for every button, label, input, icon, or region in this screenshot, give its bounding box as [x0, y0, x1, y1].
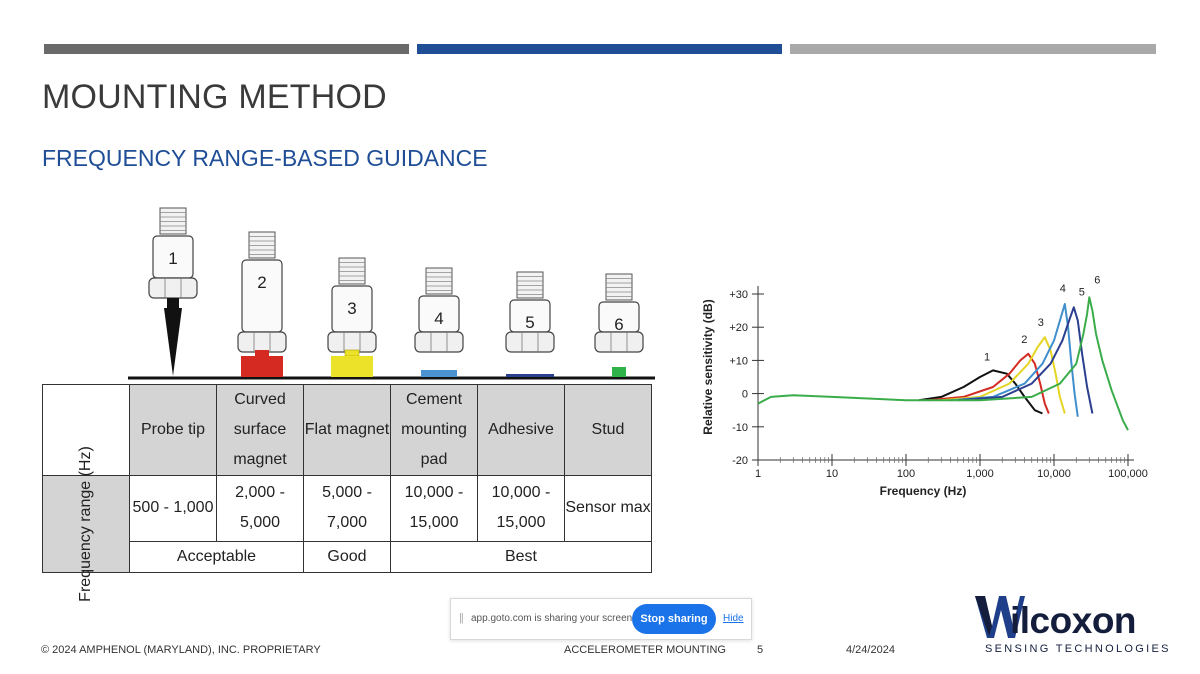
slide-title: MOUNTING METHOD	[42, 78, 387, 116]
x-tick-label: 1,000	[966, 468, 994, 480]
range-stud: Sensor max	[564, 475, 652, 542]
sensor-illustration: 1 2 3 4 5 6	[128, 207, 655, 380]
sensor-6: 6	[594, 273, 644, 377]
mounting-table: Probe tip Curved surface magnet Flat mag…	[42, 384, 652, 602]
adhesive-layer	[506, 374, 554, 377]
method-stud: Stud	[564, 384, 652, 476]
series-line-6	[757, 296, 1129, 431]
method-curved-magnet: Curved surface magnet	[216, 384, 304, 476]
probe-tip-mount	[167, 298, 179, 308]
x-tick-label: 100,000	[1108, 468, 1148, 480]
rating-best: Best	[390, 540, 652, 574]
hex-base-4	[414, 331, 464, 353]
sensor-5: 5	[505, 271, 555, 377]
hex-base-3	[327, 331, 377, 353]
range-adhesive: 10,000 - 15,000	[477, 475, 565, 542]
sensor-label-2: 2	[257, 273, 266, 292]
drag-handle-icon[interactable]: ||	[459, 612, 464, 624]
series-annotation-5: 5	[1079, 286, 1085, 298]
y-axis-label: Relative sensitivity (dB)	[701, 299, 715, 434]
footer-page-number: 5	[757, 644, 764, 656]
y-tick-label: +10	[729, 355, 748, 367]
slide-subtitle: FREQUENCY RANGE-BASED GUIDANCE	[42, 145, 488, 171]
hex-base-1	[148, 277, 198, 299]
curved-magnet-stem	[255, 350, 269, 356]
hex-base-6	[594, 331, 644, 353]
flat-magnet-stem	[344, 349, 360, 357]
sensor-body-2	[241, 259, 283, 333]
flat-magnet-mount	[331, 356, 373, 377]
accent-bar-blue	[417, 44, 782, 54]
method-flat-magnet: Flat magnet	[303, 384, 391, 476]
footer-topic: ACCELEROMETER MOUNTING	[564, 644, 726, 656]
stop-sharing-button[interactable]: Stop sharing	[632, 604, 716, 634]
logo-tagline: SENSING TECHNOLOGIES	[985, 643, 1171, 655]
sensor-2: 2	[237, 231, 287, 377]
x-tick-label: 10	[826, 468, 838, 480]
sensor-label-3: 3	[347, 299, 356, 318]
probe-tip-spike	[164, 308, 182, 376]
cement-pad-mount	[421, 370, 457, 377]
frequency-response-chart: 1 10 100 1,000 10,000 100,000 +30 +20 +10 0 -10 -20…	[701, 274, 1148, 498]
range-curved-magnet: 2,000 - 5,000	[216, 475, 304, 542]
range-cement-pad: 10,000 - 15,000	[390, 475, 478, 542]
method-probe-tip: Probe tip	[129, 384, 217, 476]
logo-wordmark: ilcoxon	[1010, 600, 1137, 641]
sensor-3: 3	[327, 257, 377, 377]
x-axis-label: Frequency (Hz)	[880, 484, 967, 498]
series-annotation-1: 1	[984, 351, 990, 363]
rating-acceptable: Acceptable	[129, 540, 304, 574]
rating-good: Good	[303, 540, 391, 574]
hide-link[interactable]: Hide	[723, 613, 744, 624]
sensor-label-5: 5	[525, 313, 534, 332]
y-tick-label: +20	[729, 322, 748, 334]
series-annotation-4: 4	[1060, 283, 1066, 295]
sensor-4: 4	[414, 267, 464, 377]
x-tick-label: 10,000	[1037, 468, 1071, 480]
y-tick-label: +30	[729, 289, 748, 301]
hex-base-2	[237, 331, 287, 353]
y-tick-label: -10	[732, 422, 748, 434]
series-annotation-2: 2	[1021, 334, 1027, 346]
row-header-cell: Frequency range (Hz)	[42, 446, 130, 602]
series-line-3	[941, 336, 1066, 414]
x-tick-label: 1	[755, 468, 761, 480]
sensor-label-6: 6	[614, 315, 623, 334]
share-message: app.goto.com is sharing your screen.	[471, 613, 635, 624]
stud-mount	[612, 367, 626, 377]
footer-date: 4/24/2024	[846, 644, 895, 656]
hex-base-5	[505, 331, 555, 353]
range-probe-tip: 500 - 1,000	[129, 475, 217, 542]
footer-copyright: © 2024 AMPHENOL (MARYLAND), INC. PROPRIE…	[41, 644, 321, 656]
accent-bar-light	[790, 44, 1156, 54]
series-annotation-3: 3	[1038, 317, 1044, 329]
sensor-label-1: 1	[168, 249, 177, 268]
method-cement-pad: Cement mounting pad	[390, 384, 478, 476]
row-header-frequency: Frequency range (Hz)	[77, 446, 94, 602]
y-tick-label: 0	[742, 389, 748, 401]
method-adhesive: Adhesive	[477, 384, 565, 476]
screen-share-bar: || app.goto.com is sharing your screen. …	[450, 598, 752, 640]
range-flat-magnet: 5,000 - 7,000	[303, 475, 391, 542]
sensor-label-4: 4	[434, 309, 443, 328]
x-tick-label: 100	[897, 468, 915, 480]
y-tick-label: -20	[732, 455, 748, 467]
accent-bar-gray	[44, 44, 409, 54]
curved-magnet-mount	[241, 356, 283, 377]
sensor-1: 1	[148, 207, 198, 376]
series-annotation-6: 6	[1094, 274, 1100, 286]
